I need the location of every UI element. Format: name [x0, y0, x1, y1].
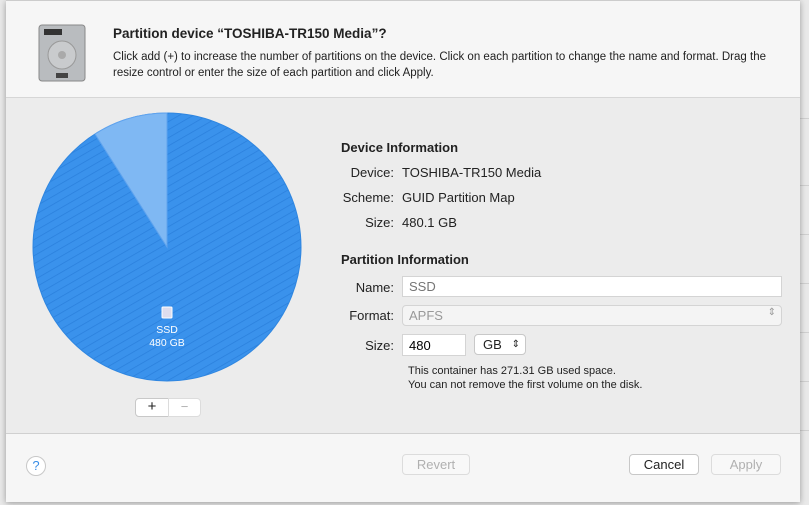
used-space-note: This container has 271.31 GB used space.: [408, 365, 616, 377]
chevron-updown-icon: ⇕: [511, 339, 520, 350]
remove-partition-button[interactable]: −: [168, 398, 201, 417]
dialog-description: Click add (+) to increase the number of …: [113, 51, 766, 79]
apply-button[interactable]: Apply: [711, 454, 781, 475]
device-size-label: Size:: [365, 215, 394, 230]
scheme-label: Scheme:: [342, 190, 394, 205]
dialog-title: Partition device “TOSHIBA-TR150 Media”?: [113, 26, 387, 41]
scheme-value: GUID Partition Map: [402, 190, 515, 205]
size-label: Size:: [365, 338, 394, 353]
cancel-button[interactable]: Cancel: [629, 454, 699, 475]
unit-select[interactable]: GB ⇕: [474, 334, 526, 355]
size-input[interactable]: [402, 334, 466, 356]
dialog-header: Partition device “TOSHIBA-TR150 Media”? …: [6, 1, 800, 98]
add-partition-button[interactable]: +: [135, 398, 169, 417]
name-label: Name:: [355, 280, 394, 295]
format-value: APFS: [409, 308, 443, 323]
volume-icon: [161, 306, 173, 319]
dialog-footer: ? Revert Cancel Apply: [6, 433, 800, 502]
partition-info-heading: Partition Information: [341, 252, 469, 267]
device-value: TOSHIBA-TR150 Media: [402, 165, 542, 180]
partition-label-size: 480 GB: [149, 337, 185, 349]
partition-label-name: SSD: [156, 324, 178, 336]
unit-value: GB: [483, 337, 502, 352]
help-button[interactable]: ?: [26, 456, 46, 476]
format-select[interactable]: APFS ⇕: [402, 305, 782, 326]
device-size-value: 480.1 GB: [402, 215, 457, 230]
name-input[interactable]: [402, 276, 782, 297]
revert-button[interactable]: Revert: [402, 454, 470, 475]
chevron-updown-icon: ⇕: [767, 307, 776, 318]
format-label: Format:: [349, 308, 394, 323]
device-info-heading: Device Information: [341, 140, 459, 155]
hard-drive-icon: [38, 24, 86, 82]
device-label: Device:: [350, 165, 394, 180]
first-volume-note: You can not remove the first volume on t…: [408, 379, 643, 391]
partition-pie-chart[interactable]: SSD 480 GB: [32, 111, 302, 383]
partition-dialog: Partition device “TOSHIBA-TR150 Media”? …: [6, 0, 800, 502]
